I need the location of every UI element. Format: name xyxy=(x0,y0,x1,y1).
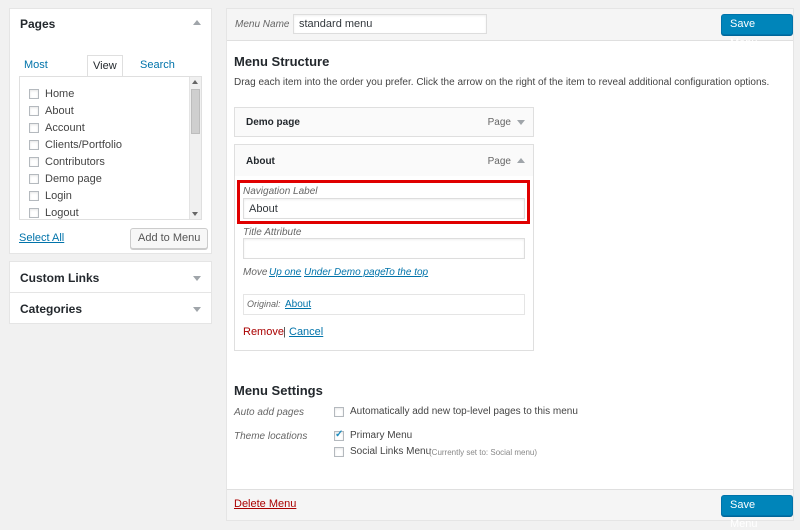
page-checkbox[interactable] xyxy=(29,89,39,99)
original-link[interactable]: About xyxy=(285,299,311,310)
menu-item-demo-page[interactable]: Demo page Page xyxy=(234,107,534,137)
highlight-annotation xyxy=(237,180,530,224)
add-to-menu-button[interactable]: Add to Menu xyxy=(130,228,209,249)
tab-view-all[interactable]: View All xyxy=(87,55,123,92)
page-checkbox[interactable] xyxy=(29,191,39,201)
primary-menu-checkbox[interactable] xyxy=(334,429,344,441)
page-label: Demo page xyxy=(45,173,102,185)
pages-checklist[interactable]: Home About Account Clients/Portfolio Con… xyxy=(19,76,202,220)
menu-item-about[interactable]: About Page xyxy=(234,144,534,177)
tab-most-recent[interactable]: Most Recent xyxy=(19,55,64,91)
tab-search[interactable]: Search xyxy=(135,55,180,77)
select-all-link[interactable]: Select All xyxy=(19,232,64,244)
page-label: Account xyxy=(45,122,85,134)
collapse-arrow-icon[interactable] xyxy=(193,20,201,25)
list-scrollbar[interactable] xyxy=(189,77,201,219)
page-label: Login xyxy=(45,190,72,202)
page-checkbox[interactable] xyxy=(29,157,39,167)
title-attribute-input[interactable] xyxy=(243,238,525,259)
menu-editor-panel: Menu Name Save Menu Menu Structure Drag … xyxy=(226,8,794,530)
menu-item-title: Demo page xyxy=(246,117,300,128)
link-separator: | xyxy=(283,326,286,338)
categories-box[interactable]: Categories xyxy=(9,292,212,324)
move-to-top-link[interactable]: To the top xyxy=(384,267,428,278)
page-label: Home xyxy=(45,88,75,100)
menu-structure-title: Menu Structure xyxy=(234,54,330,69)
menu-item-type: Page xyxy=(487,117,511,128)
chevron-up-icon[interactable] xyxy=(517,158,525,163)
primary-menu-label: Primary Menu xyxy=(350,430,413,441)
original-label: Original: xyxy=(247,299,281,309)
categories-title[interactable]: Categories xyxy=(20,302,82,316)
page-checkbox[interactable] xyxy=(29,174,39,184)
menu-header: Menu Name Save Menu xyxy=(227,9,793,49)
auto-add-checkbox[interactable] xyxy=(334,407,344,417)
pages-box-title[interactable]: Pages xyxy=(20,17,55,31)
page-label: Logout xyxy=(45,207,79,219)
menu-name-label: Menu Name xyxy=(235,19,290,30)
expand-arrow-icon[interactable] xyxy=(193,276,201,281)
social-links-menu-checkbox[interactable] xyxy=(334,447,344,457)
remove-link[interactable]: Remove xyxy=(243,326,284,338)
move-label: Move xyxy=(243,267,268,278)
page-checkbox[interactable] xyxy=(29,140,39,150)
page-checkbox[interactable] xyxy=(29,123,39,133)
expand-arrow-icon[interactable] xyxy=(193,307,201,312)
chevron-down-icon[interactable] xyxy=(517,120,525,125)
custom-links-title[interactable]: Custom Links xyxy=(20,271,99,285)
cancel-link[interactable]: Cancel xyxy=(289,326,323,338)
page-checkbox[interactable] xyxy=(29,106,39,116)
page-label: Contributors xyxy=(45,156,105,168)
auto-add-option-label: Automatically add new top-level pages to… xyxy=(350,406,578,417)
custom-links-box[interactable]: Custom Links xyxy=(9,261,212,293)
menu-name-input[interactable] xyxy=(293,14,487,34)
save-menu-button-footer[interactable]: Save Menu xyxy=(721,495,793,530)
social-links-menu-note: (Currently set to: Social menu) xyxy=(429,448,538,457)
menu-footer: Delete Menu Save Menu xyxy=(227,489,793,530)
menu-settings-title: Menu Settings xyxy=(234,383,323,398)
move-under-demo-page-link[interactable]: Under Demo page xyxy=(304,267,386,278)
original-box: Original: About xyxy=(243,294,525,315)
menu-item-type: Page xyxy=(487,156,511,167)
page-checkbox[interactable] xyxy=(29,208,39,218)
scroll-thumb[interactable] xyxy=(191,89,200,134)
page-label: Clients/Portfolio xyxy=(45,139,123,151)
scroll-down-icon[interactable] xyxy=(192,212,198,216)
save-menu-button[interactable]: Save Menu xyxy=(721,14,793,49)
social-links-menu-label: Social Links Menu xyxy=(350,446,432,457)
page-label: About xyxy=(45,105,74,117)
theme-locations-label: Theme locations xyxy=(234,431,308,442)
menu-structure-description: Drag each item into the order you prefer… xyxy=(234,77,770,88)
move-up-one-link[interactable]: Up one xyxy=(269,267,301,278)
scroll-up-icon[interactable] xyxy=(192,80,198,84)
auto-add-label: Auto add pages xyxy=(234,407,305,418)
delete-menu-link[interactable]: Delete Menu xyxy=(234,498,296,510)
title-attribute-label: Title Attribute xyxy=(243,227,302,238)
menu-item-title: About xyxy=(246,156,275,167)
